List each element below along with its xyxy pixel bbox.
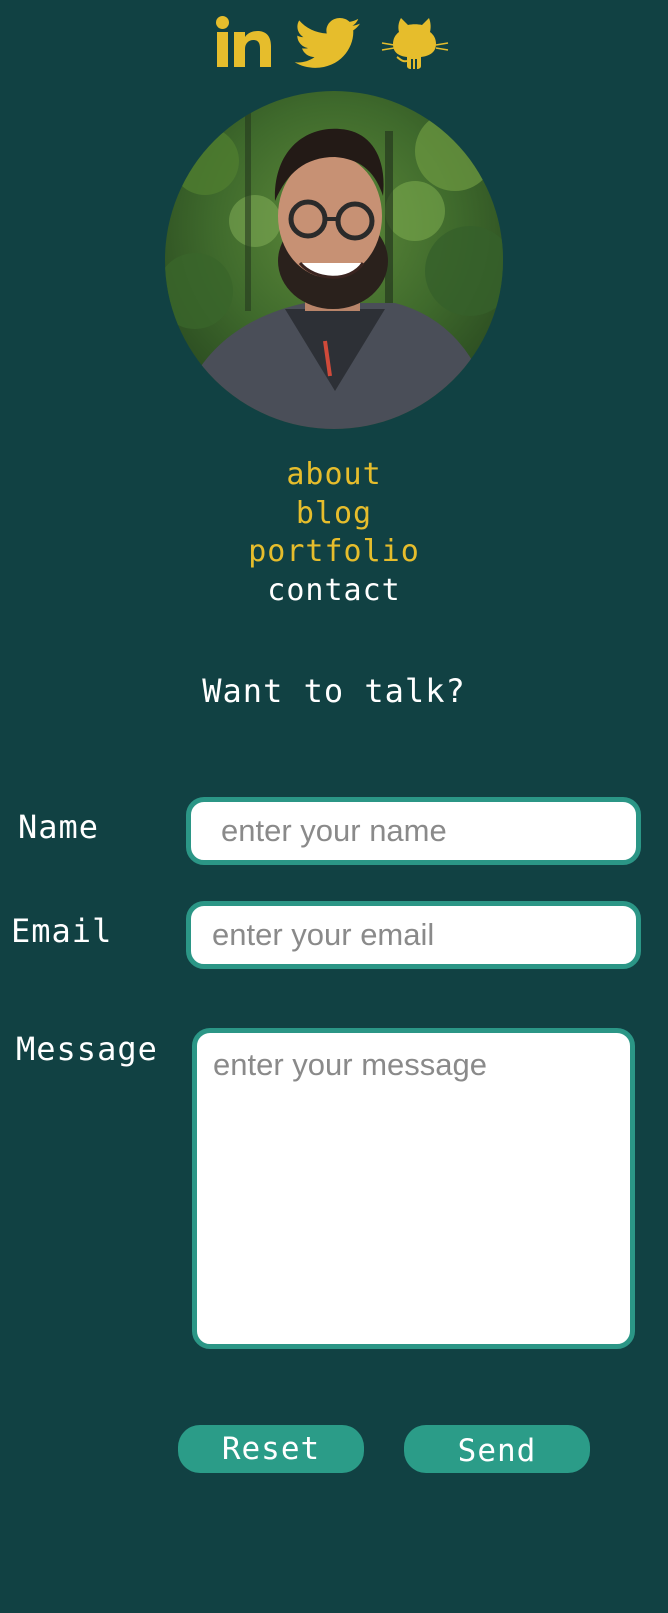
message-label: Message	[16, 1030, 158, 1068]
nav-item-contact[interactable]: contact	[0, 572, 668, 611]
contact-heading: Want to talk?	[202, 672, 466, 710]
nav-item-blog[interactable]: blog	[0, 495, 668, 534]
email-label: Email	[11, 912, 113, 950]
reset-button[interactable]: Reset	[178, 1425, 364, 1473]
profile-photo	[165, 91, 503, 429]
message-textarea[interactable]	[192, 1028, 635, 1349]
nav-item-about[interactable]: about	[0, 456, 668, 495]
email-input[interactable]	[186, 901, 641, 969]
name-label: Name	[18, 808, 100, 846]
send-button[interactable]: Send	[404, 1425, 590, 1473]
twitter-icon[interactable]	[290, 18, 362, 68]
name-input[interactable]	[186, 797, 641, 865]
linkedin-icon[interactable]	[216, 16, 272, 68]
social-links	[0, 14, 668, 70]
main-nav: about blog portfolio contact	[0, 456, 668, 610]
nav-item-portfolio[interactable]: portfolio	[0, 533, 668, 572]
github-icon[interactable]	[380, 14, 450, 70]
